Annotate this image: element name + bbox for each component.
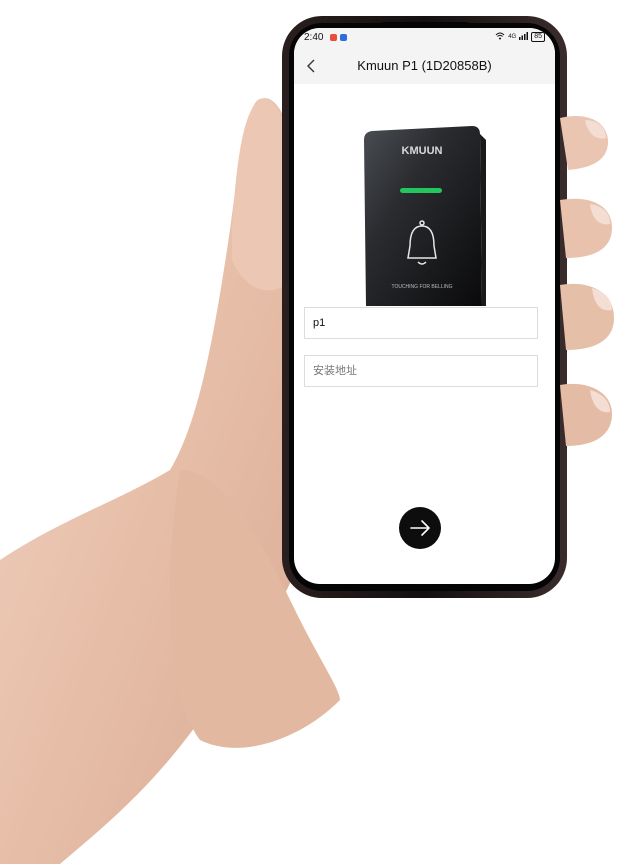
photo-stage: 2:40 4G 85 Kmuun P1 (1D20858B) KMUUN TOU… <box>0 0 617 864</box>
signal-bars-icon <box>519 32 529 42</box>
wifi-icon <box>495 32 505 42</box>
device-status-light <box>400 188 442 193</box>
phone-screen: 2:40 4G 85 Kmuun P1 (1D20858B) KMUUN TOU… <box>294 28 555 584</box>
arrow-right-icon <box>410 520 430 536</box>
finger-middle <box>560 198 612 258</box>
device-brand-logo: KMUUN <box>402 145 443 157</box>
signal-label: 4G <box>508 34 517 40</box>
battery-icon: 85 <box>531 32 545 42</box>
status-time: 2:40 <box>304 32 324 43</box>
page-title: Kmuun P1 (1D20858B) <box>357 58 492 73</box>
notification-app-icon <box>340 34 347 41</box>
navigation-bar: Kmuun P1 (1D20858B) <box>294 48 555 84</box>
finger-ring <box>560 283 614 350</box>
device-name-input[interactable] <box>304 307 538 339</box>
device-caption: TOUCHING FOR BELLING <box>391 284 452 290</box>
install-address-input[interactable] <box>304 355 538 387</box>
notification-app-icon <box>330 34 337 41</box>
finger-little <box>560 383 612 446</box>
finger-index <box>560 116 609 170</box>
status-indicators: 4G 85 <box>495 32 545 42</box>
status-bar: 2:40 4G 85 <box>294 28 555 48</box>
next-button[interactable] <box>399 507 441 549</box>
doorbell-device-image: KMUUN TOUCHING FOR BELLING <box>364 126 486 306</box>
